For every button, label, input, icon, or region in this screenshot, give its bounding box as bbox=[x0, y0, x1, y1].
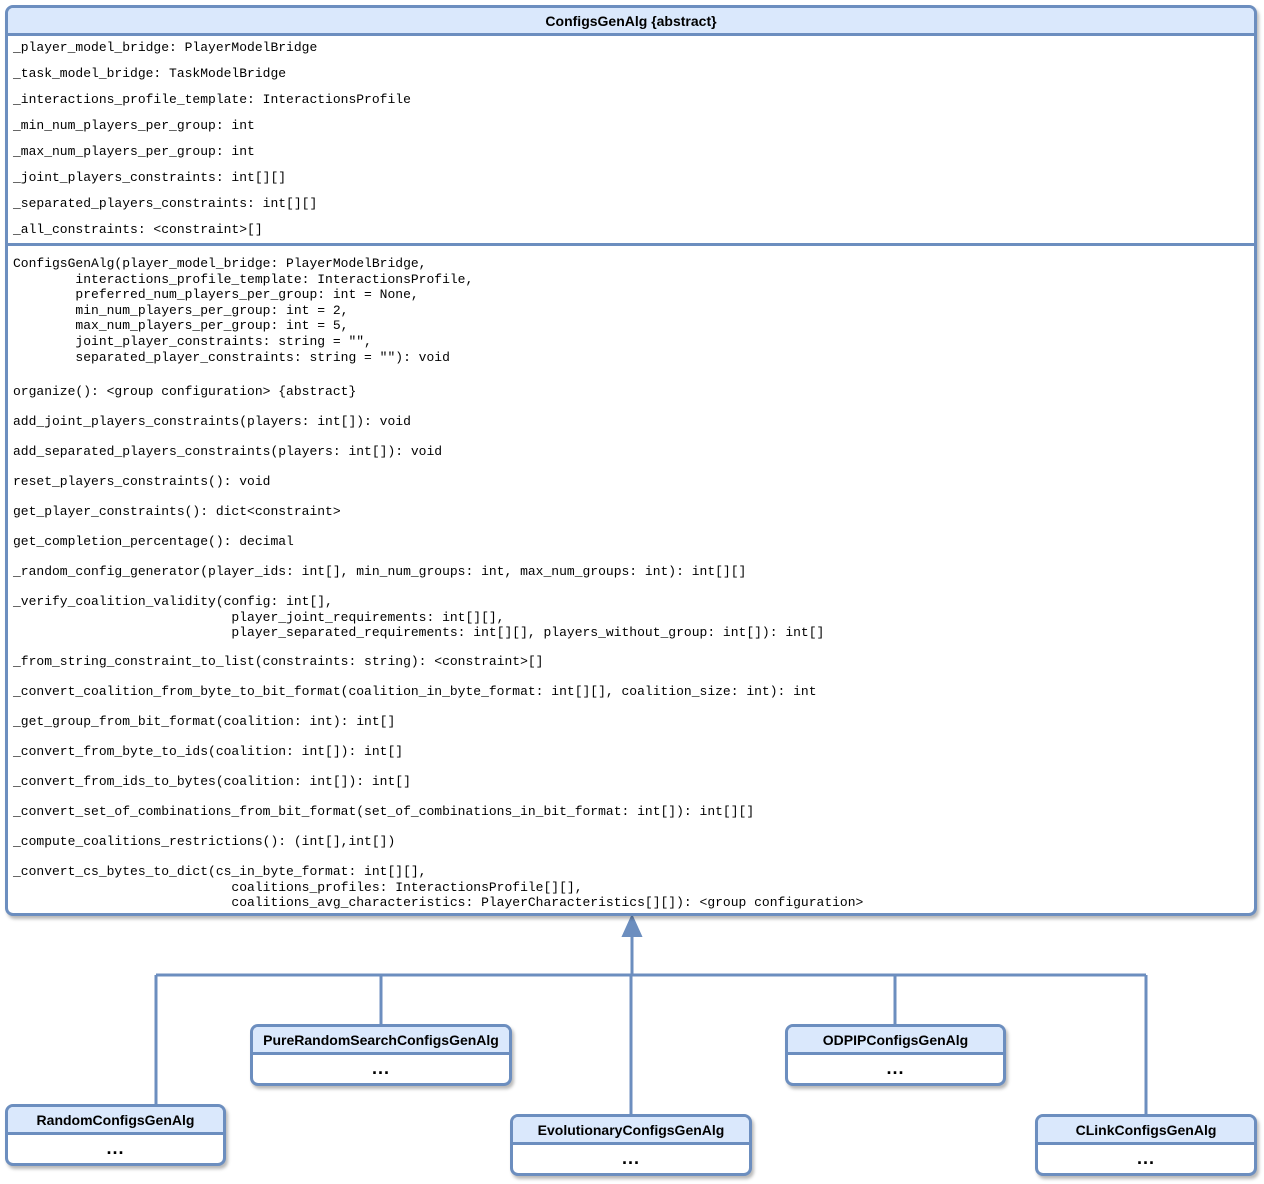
attribute-row: _player_model_bridge: PlayerModelBridge bbox=[13, 40, 318, 55]
constructor-row: ConfigsGenAlg(player_model_bridge: Playe… bbox=[13, 256, 474, 365]
subclass-random: RandomConfigsGenAlg ... bbox=[5, 1104, 226, 1166]
subclass-evolutionary: EvolutionaryConfigsGenAlg ... bbox=[510, 1114, 752, 1176]
subclass-body: ... bbox=[371, 1058, 390, 1078]
attribute-row: _joint_players_constraints: int[][] bbox=[13, 170, 287, 185]
subclass-clink: CLinkConfigsGenAlg ... bbox=[1035, 1114, 1257, 1176]
method-row: _convert_set_of_combinations_from_bit_fo… bbox=[13, 804, 755, 819]
method-row: _random_config_generator(player_ids: int… bbox=[13, 564, 747, 579]
subclass-title: RandomConfigsGenAlg bbox=[8, 1107, 223, 1135]
method-row: get_player_constraints(): dict<constrain… bbox=[13, 504, 341, 519]
base-class-title: ConfigsGenAlg {abstract} bbox=[8, 8, 1254, 36]
method-row: add_separated_players_constraints(player… bbox=[13, 444, 443, 459]
section-divider bbox=[8, 243, 1254, 246]
method-row: _get_group_from_bit_format(coalition: in… bbox=[13, 714, 396, 729]
attribute-row: _min_num_players_per_group: int bbox=[13, 118, 255, 133]
attribute-row: _interactions_profile_template: Interact… bbox=[13, 92, 411, 107]
method-row: add_joint_players_constraints(players: i… bbox=[13, 414, 411, 429]
inheritance-arrowhead bbox=[621, 913, 643, 937]
subclass-body: ... bbox=[886, 1058, 905, 1078]
base-class-box: ConfigsGenAlg {abstract} _player_model_b… bbox=[5, 5, 1257, 916]
method-row: _convert_from_byte_to_ids(coalition: int… bbox=[13, 744, 404, 759]
method-row: reset_players_constraints(): void bbox=[13, 474, 271, 489]
method-row: _convert_coalition_from_byte_to_bit_form… bbox=[13, 684, 817, 699]
method-row: _compute_coalitions_restrictions(): (int… bbox=[13, 834, 396, 849]
subclass-body: ... bbox=[106, 1138, 125, 1158]
method-row: get_completion_percentage(): decimal bbox=[13, 534, 294, 549]
method-row: _convert_from_ids_to_bytes(coalition: in… bbox=[13, 774, 411, 789]
subclass-title: EvolutionaryConfigsGenAlg bbox=[513, 1117, 749, 1145]
attribute-row: _all_constraints: <constraint>[] bbox=[13, 222, 263, 237]
subclass-title: CLinkConfigsGenAlg bbox=[1038, 1117, 1254, 1145]
method-row: _from_string_constraint_to_list(constrai… bbox=[13, 654, 544, 669]
subclass-title: PureRandomSearchConfigsGenAlg bbox=[253, 1027, 509, 1055]
subclass-pure-random-search: PureRandomSearchConfigsGenAlg ... bbox=[250, 1024, 512, 1086]
attribute-row: _max_num_players_per_group: int bbox=[13, 144, 255, 159]
attribute-row: _separated_players_constraints: int[][] bbox=[13, 196, 318, 211]
method-row: _convert_cs_bytes_to_dict(cs_in_byte_for… bbox=[13, 864, 864, 911]
method-row: _verify_coalition_validity(config: int[]… bbox=[13, 594, 825, 641]
method-row: organize(): <group configuration> {abstr… bbox=[13, 384, 357, 399]
subclass-odpip: ODPIPConfigsGenAlg ... bbox=[785, 1024, 1006, 1086]
subclass-body: ... bbox=[1136, 1148, 1155, 1168]
attribute-row: _task_model_bridge: TaskModelBridge bbox=[13, 66, 287, 81]
subclass-title: ODPIPConfigsGenAlg bbox=[788, 1027, 1003, 1055]
subclass-body: ... bbox=[621, 1148, 640, 1168]
